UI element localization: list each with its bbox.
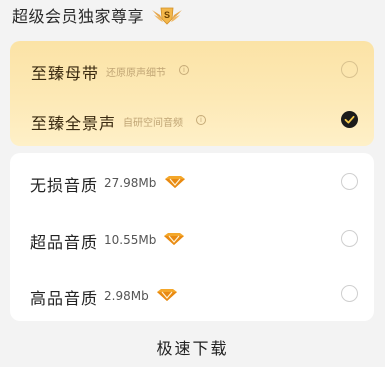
- quality-option-size: 27.98Mb: [104, 176, 157, 190]
- premium-option-name: 至臻全景声: [31, 114, 117, 133]
- premium-option-master[interactable]: 至臻母带 还原原声细节 i: [10, 41, 374, 98]
- bottom-bar: 极速下载: [0, 327, 385, 367]
- header: 超级会员独家尊享 S: [12, 2, 184, 28]
- header-title: 超级会员独家尊享: [12, 7, 145, 26]
- info-circle-icon[interactable]: i: [179, 65, 189, 75]
- quality-option-name: 高品音质: [30, 289, 99, 308]
- quality-option-lossless[interactable]: 无损音质 27.98Mb: [10, 153, 374, 211]
- radio-unchecked-icon[interactable]: [341, 230, 358, 247]
- vip-wings-badge-icon: S: [150, 4, 184, 26]
- radio-unchecked-icon[interactable]: [341, 285, 358, 302]
- check-icon[interactable]: [341, 111, 358, 128]
- premium-option-desc: 还原原声细节: [106, 68, 166, 79]
- premium-option-atmos[interactable]: 至臻全景声 自研空间音频 i: [10, 98, 374, 146]
- vip-diamond-icon: [164, 175, 186, 189]
- quality-option-high[interactable]: 高品音质 2.98Mb: [10, 267, 374, 321]
- badge-letter: S: [164, 10, 170, 20]
- vip-diamond-icon: [156, 288, 178, 302]
- quality-option-super[interactable]: 超品音质 10.55Mb: [10, 211, 374, 267]
- quality-option-name: 超品音质: [30, 233, 99, 252]
- info-circle-icon[interactable]: i: [196, 115, 206, 125]
- vip-diamond-icon: [163, 232, 185, 246]
- premium-options-card: 至臻母带 还原原声细节 i 至臻全景声 自研空间音频 i: [10, 41, 374, 146]
- radio-unchecked-icon[interactable]: [341, 173, 358, 190]
- quality-option-name: 无损音质: [30, 176, 99, 195]
- premium-option-desc: 自研空间音频: [123, 118, 183, 129]
- quality-option-size: 2.98Mb: [104, 289, 149, 303]
- premium-option-name: 至臻母带: [31, 64, 100, 83]
- quality-option-size: 10.55Mb: [104, 233, 157, 247]
- radio-unchecked-icon[interactable]: [341, 61, 358, 78]
- quality-options-card: 无损音质 27.98Mb 超品音质 10.55Mb 高品音质 2.98Mb: [10, 153, 374, 321]
- fast-download-button[interactable]: 极速下载: [156, 335, 228, 359]
